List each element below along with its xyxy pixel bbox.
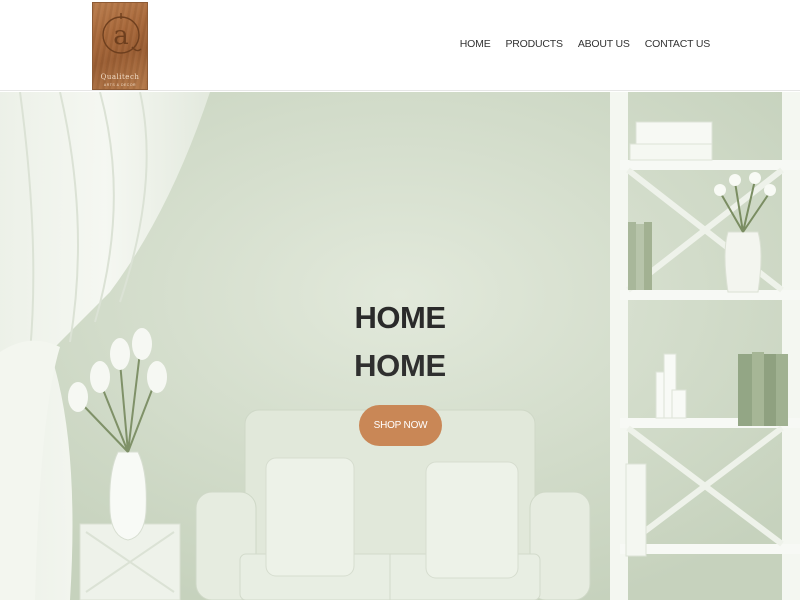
nav-products[interactable]: PRODUCTS	[506, 38, 564, 50]
site-logo[interactable]: a Qualitech ARTS & DECOR	[92, 2, 148, 90]
svg-text:a: a	[113, 21, 129, 51]
hero-subtitle: HOME	[354, 348, 446, 383]
shop-now-button[interactable]: SHOP NOW	[359, 405, 442, 446]
hero-title: HOME	[354, 300, 447, 335]
logo-tagline: ARTS & DECOR	[103, 83, 137, 87]
main-nav: HOME PRODUCTS ABOUT US CONTACT US	[460, 38, 710, 50]
nav-about-us[interactable]: ABOUT US	[578, 38, 630, 50]
hero-banner: HOME HOME SHOP NOW	[0, 92, 800, 600]
letter-a-monogram-icon: a	[102, 13, 142, 54]
logo-name: Qualitech	[100, 73, 140, 81]
nav-home[interactable]: HOME	[460, 38, 491, 50]
nav-contact-us[interactable]: CONTACT US	[645, 38, 710, 50]
site-header: a Qualitech ARTS & DECOR HOME PRODUCTS A…	[0, 0, 800, 91]
hero-background-image	[0, 92, 800, 600]
